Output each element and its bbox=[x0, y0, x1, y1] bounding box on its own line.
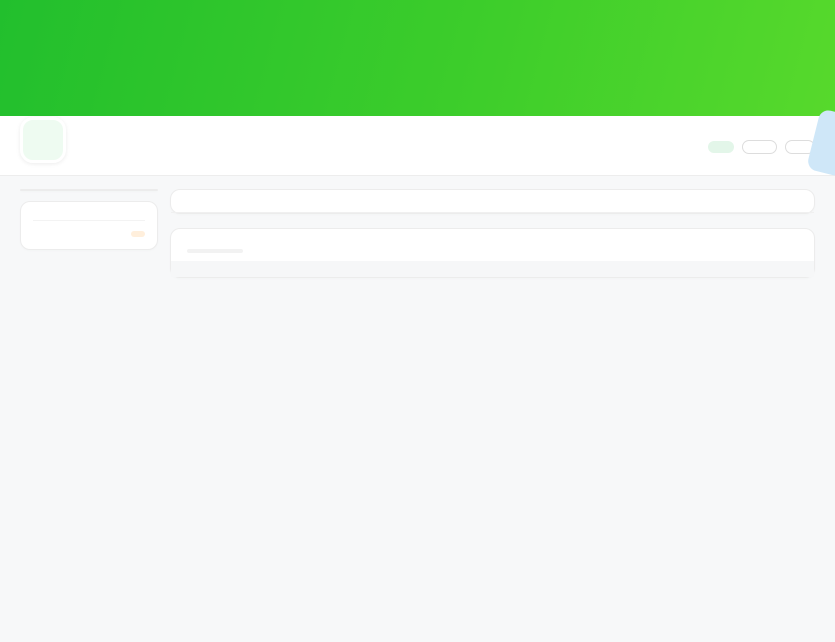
board-card bbox=[170, 228, 815, 278]
sidebar-menu bbox=[20, 189, 158, 191]
cafe-banner bbox=[0, 0, 835, 116]
staff-card bbox=[20, 201, 158, 250]
main-column bbox=[170, 189, 815, 604]
background-decoration-circle bbox=[0, 637, 42, 642]
notice-card bbox=[170, 189, 815, 214]
cafe-avatar[interactable] bbox=[20, 117, 66, 163]
header-actions bbox=[708, 140, 815, 154]
owner-role-badge bbox=[708, 141, 734, 153]
favorite-button[interactable] bbox=[742, 140, 777, 154]
staff-section-title bbox=[33, 212, 145, 221]
cafe-header bbox=[0, 116, 835, 176]
board-card-header bbox=[171, 229, 814, 261]
page-content bbox=[0, 176, 835, 624]
notice-card-title bbox=[171, 190, 814, 213]
staff-role-badge bbox=[131, 231, 145, 237]
staff-row bbox=[33, 231, 145, 237]
sidebar bbox=[20, 189, 158, 604]
board-title-underline bbox=[187, 249, 243, 253]
table-header-row bbox=[171, 261, 814, 277]
